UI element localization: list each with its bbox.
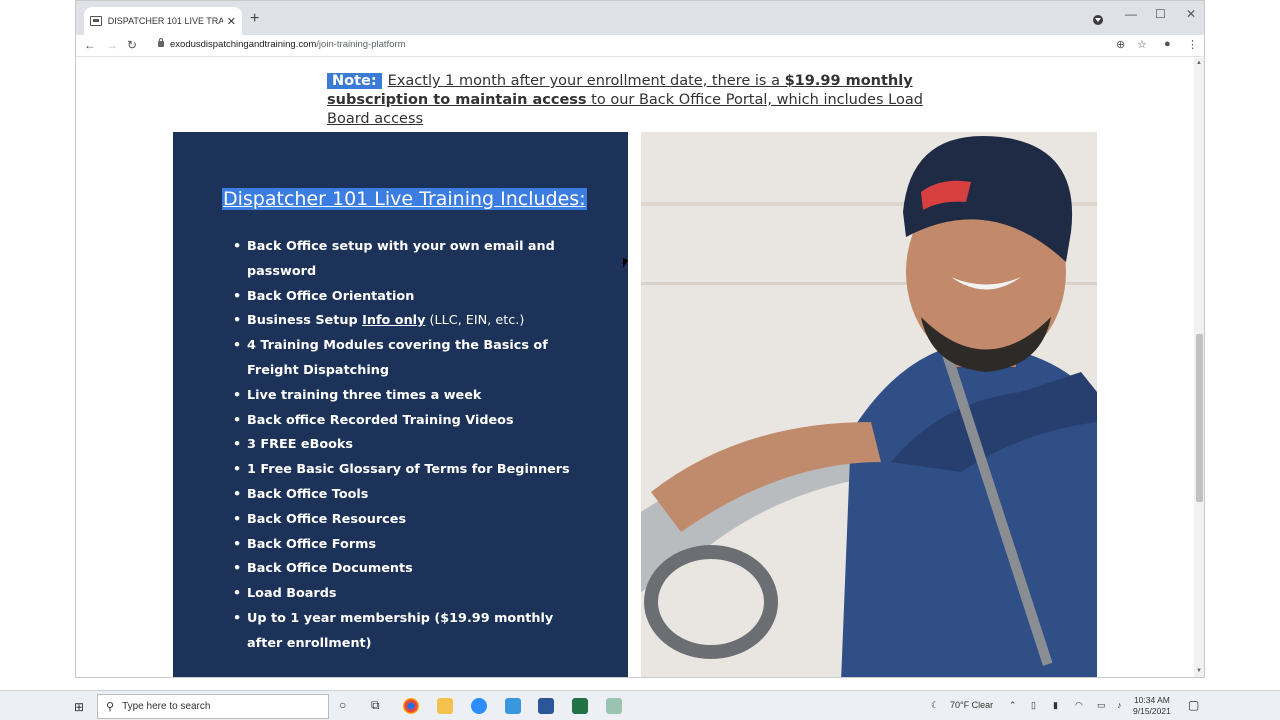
file-explorer-icon[interactable] — [437, 698, 453, 714]
url-path: /join-training-platform — [316, 39, 406, 50]
address-bar[interactable]: exodusdispatchingandtraining.com/join-tr… — [170, 39, 406, 50]
desktop-right — [1205, 0, 1280, 690]
task-view-icon[interactable]: ⧉ — [371, 698, 380, 713]
includes-list: Back Office setup with your own email an… — [233, 235, 577, 657]
chrome-icon[interactable] — [403, 698, 419, 714]
scroll-up-icon[interactable]: ▲ — [1196, 60, 1202, 66]
list-item: Business Setup Info only (LLC, EIN, etc.… — [233, 309, 577, 334]
forward-icon[interactable]: → — [106, 38, 118, 52]
info-only-text: Info only — [362, 313, 426, 329]
list-item: 3 FREE eBooks — [233, 433, 577, 458]
tray-app-icon[interactable]: ▯ — [1031, 700, 1036, 711]
excel-icon[interactable] — [572, 698, 588, 714]
zoom-app-icon[interactable] — [471, 698, 487, 714]
clock-time: 10:34 AM — [1133, 695, 1170, 705]
desktop-left — [0, 0, 75, 690]
word-icon[interactable] — [538, 698, 554, 714]
weather-text[interactable]: 70°F Clear — [950, 700, 993, 710]
account-icon[interactable]: ● — [1164, 38, 1171, 50]
list-item: Back office Recorded Training Videos — [233, 409, 577, 434]
bookmark-star-icon[interactable]: ☆ — [1137, 38, 1147, 51]
subscription-note: Note: Exactly 1 month after your enrollme… — [327, 72, 947, 129]
new-tab-button[interactable]: + — [250, 11, 259, 27]
lock-icon[interactable] — [158, 38, 164, 47]
page-scrollbar[interactable]: ▲ ▼ — [1194, 58, 1204, 677]
list-item: Back Office Forms — [233, 533, 577, 558]
scroll-thumb[interactable] — [1196, 334, 1203, 502]
battery-icon[interactable]: ▭ — [1097, 700, 1106, 711]
list-item: Live training three times a week — [233, 384, 577, 409]
menu-kebab-icon[interactable]: ⋮ — [1187, 38, 1198, 51]
list-item: Back Office Tools — [233, 483, 577, 508]
windows-start-icon[interactable]: ⊞ — [74, 700, 84, 714]
list-item: Load Boards — [233, 582, 577, 607]
list-item: Up to 1 year membership ($19.99 monthly … — [233, 607, 577, 657]
scroll-down-icon[interactable]: ▼ — [1196, 668, 1202, 674]
includes-panel: Dispatcher 101 Live Training Includes: B… — [173, 132, 628, 677]
windows-taskbar: ⊞ ⚲ Type here to search ○ ⧉ ☾ 70°F Clear… — [0, 690, 1280, 720]
list-item: Back Office Resources — [233, 508, 577, 533]
tab-title: DISPATCHER 101 LIVE TRAINING — [107, 16, 223, 26]
browser-toolbar: ← → ↻ exodusdispatchingandtraining.com/j… — [76, 35, 1204, 57]
paint-icon[interactable] — [606, 698, 622, 714]
list-item: 1 Free Basic Glossary of Terms for Begin… — [233, 458, 577, 483]
cortana-icon[interactable]: ○ — [339, 698, 346, 712]
list-item: Back Office Orientation — [233, 285, 577, 310]
close-window-button[interactable]: ✕ — [1186, 7, 1196, 21]
list-item: 4 Training Modules covering the Basics o… — [233, 334, 577, 384]
list-item-prefix: Business Setup — [247, 313, 363, 329]
tab-close-icon[interactable]: ✕ — [227, 15, 236, 28]
back-icon[interactable]: ← — [84, 38, 96, 52]
tray-usb-icon[interactable]: ▮ — [1053, 700, 1058, 711]
driver-photo — [641, 132, 1097, 677]
favicon-icon — [90, 16, 102, 26]
notifications-icon[interactable]: ▢ — [1188, 698, 1199, 712]
note-text-1: Exactly 1 month after your enrollment da… — [387, 73, 785, 89]
wifi-icon[interactable]: ◠ — [1075, 700, 1083, 711]
maximize-button[interactable]: ☐ — [1155, 7, 1166, 21]
remote-desktop-icon[interactable] — [505, 698, 521, 714]
minimize-button[interactable]: — — [1125, 7, 1137, 21]
list-item: Back Office setup with your own email an… — [233, 235, 577, 285]
zoom-icon[interactable]: ⊕ — [1116, 38, 1125, 51]
volume-icon[interactable]: ♪ — [1117, 700, 1122, 710]
search-placeholder: Type here to search — [122, 701, 211, 712]
search-icon: ⚲ — [106, 701, 115, 713]
panel-title: Dispatcher 101 Live Training Includes: — [222, 188, 587, 210]
system-clock[interactable]: 10:34 AM 9/15/2021 — [1133, 695, 1171, 717]
taskbar-search[interactable]: ⚲ Type here to search — [97, 694, 329, 719]
note-label: Note: — [327, 73, 382, 89]
browser-window: DISPATCHER 101 LIVE TRAINING ✕ + — ☐ ✕ ←… — [75, 0, 1205, 678]
url-host: exodusdispatchingandtraining.com — [170, 39, 317, 50]
tab-strip: DISPATCHER 101 LIVE TRAINING ✕ + — ☐ ✕ — [76, 1, 1204, 35]
mouse-cursor — [623, 258, 628, 268]
list-item-suffix: (LLC, EIN, etc.) — [425, 313, 525, 329]
tray-chevron-icon[interactable]: ⌃ — [1009, 700, 1017, 711]
page-viewport: Note: Exactly 1 month after your enrollme… — [76, 58, 1194, 677]
weather-icon[interactable]: ☾ — [931, 700, 939, 711]
profile-menu-icon[interactable] — [1093, 15, 1103, 25]
list-item: Back Office Documents — [233, 557, 577, 582]
browser-tab[interactable]: DISPATCHER 101 LIVE TRAINING ✕ — [84, 7, 242, 35]
driver-illustration — [641, 132, 1097, 677]
reload-icon[interactable]: ↻ — [127, 38, 137, 52]
clock-date: 9/15/2021 — [1133, 706, 1171, 716]
